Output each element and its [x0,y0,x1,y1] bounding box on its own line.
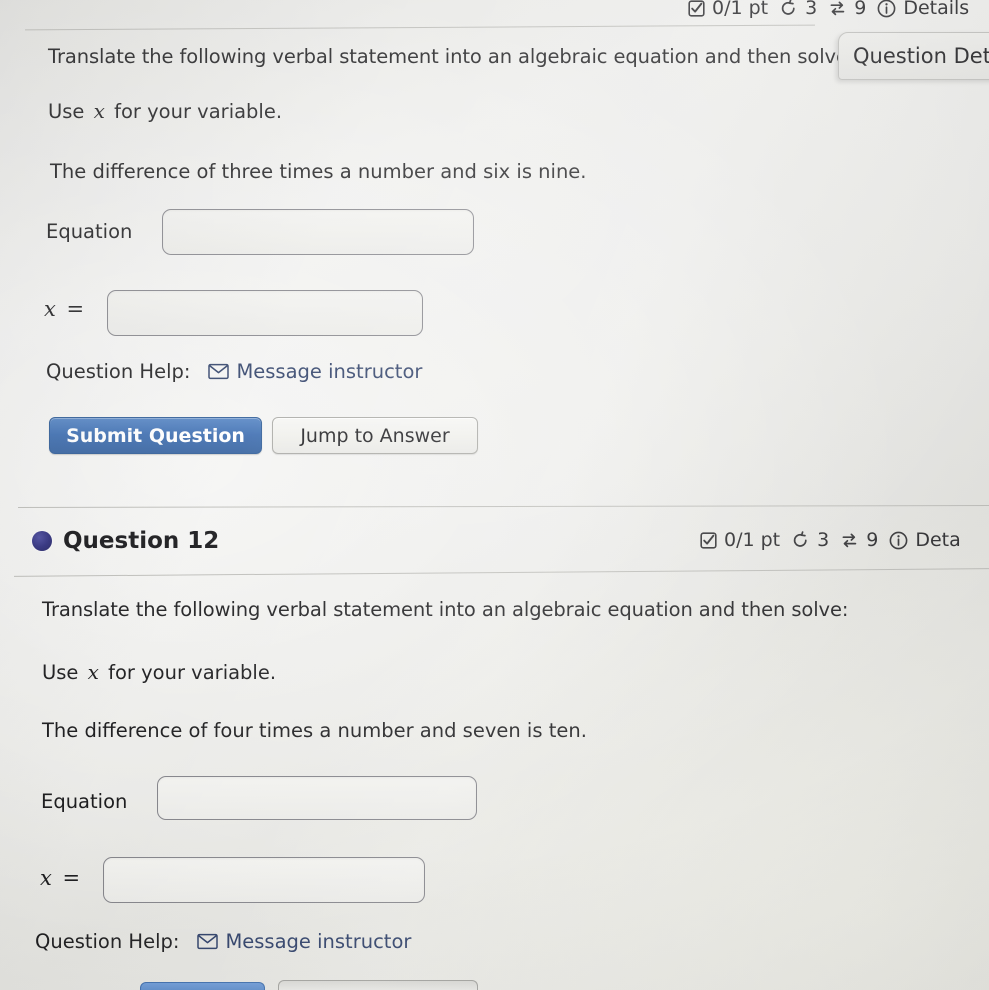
checkbox-checked-icon[interactable] [688,0,705,17]
question-12-details-link[interactable]: Deta [915,529,960,551]
retry-arrow-icon[interactable] [779,0,798,18]
question-12-prompt-line1: Translate the following verbal statement… [42,598,849,621]
question-11-details-link[interactable]: Details [903,0,969,19]
section-top-divider [25,24,815,31]
question-11-equation-label: Equation [46,220,133,243]
info-circle-icon[interactable] [877,0,896,18]
question-11-help-row: Question Help: Message instructor [46,360,422,383]
question-11-statement: The difference of three times a number a… [50,160,587,183]
swap-arrows-icon[interactable] [828,0,847,18]
question-12-submit-button-partial[interactable] [140,982,265,990]
question-11-answer-label: x = [44,297,84,321]
info-circle-icon[interactable] [889,531,908,550]
question-11-retry-count: 3 [805,0,818,19]
question-12-equation-input[interactable] [157,776,477,820]
question-12-points: 0/1 pt [724,529,781,551]
question-11-meta-row: 0/1 pt 3 9 Details [688,0,969,19]
question-help-label: Question Help: [35,930,180,953]
question-section-divider [18,504,989,509]
answer-variable-x: x [44,297,56,321]
question-12-equation-label: Equation [41,790,128,813]
filled-circle-bullet-icon [32,531,52,551]
question-11-equation-input[interactable] [162,209,474,255]
question-11-prompt-line1: Translate the following verbal statement… [48,45,855,68]
swap-arrows-icon[interactable] [840,531,859,550]
question-12-statement: The difference of four times a number an… [42,719,587,742]
question-12-meta-row: 0/1 pt 3 9 Deta [700,529,961,551]
retry-arrow-icon[interactable] [791,530,810,550]
use-label: Use [48,100,85,123]
answer-variable-x: x [40,866,52,890]
jump-to-answer-label: Jump to Answer [300,424,450,447]
submit-question-button[interactable]: Submit Question [49,417,262,454]
message-instructor-link[interactable]: Message instructor [208,360,422,383]
question-12-attempts-count: 9 [866,529,879,551]
variable-x: x [87,660,99,684]
submit-question-label: Submit Question [66,424,245,447]
question-11-points: 0/1 pt [712,0,769,19]
message-instructor-label: Message instructor [236,360,423,383]
question-help-label: Question Help: [46,360,191,383]
checkbox-checked-icon[interactable] [700,531,717,549]
equals-sign: = [66,297,85,321]
question-details-tooltip-text: Question Detail [853,44,989,68]
equals-sign: = [62,866,81,890]
envelope-icon [208,363,230,380]
question-12-header-divider [14,568,989,577]
message-instructor-link[interactable]: Message instructor [197,930,411,953]
question-11-attempts-count: 9 [854,0,867,19]
question-11-answer-input[interactable] [107,290,423,336]
variable-suffix: for your variable. [108,661,277,684]
question-12-title-row: Question 12 [32,528,219,554]
message-instructor-label: Message instructor [225,930,412,953]
jump-to-answer-button[interactable]: Jump to Answer [272,417,478,454]
quiz-page: 0/1 pt 3 9 Details Translate the followi… [0,0,989,990]
question-11-prompt-line2: Use x for your variable. [48,99,282,123]
question-12-jump-button-partial[interactable] [278,980,478,990]
question-12-retry-count: 3 [817,529,830,551]
question-12-answer-label: x = [40,866,80,890]
question-12-prompt-line2: Use x for your variable. [42,660,276,684]
variable-x: x [93,99,105,123]
envelope-icon [197,933,219,950]
question-12-title: Question 12 [63,528,220,554]
question-12-help-row: Question Help: Message instructor [35,930,411,953]
variable-suffix: for your variable. [114,100,283,123]
question-details-tooltip: Question Detail [838,32,989,80]
question-12-answer-input[interactable] [103,857,425,903]
use-label: Use [42,661,79,684]
